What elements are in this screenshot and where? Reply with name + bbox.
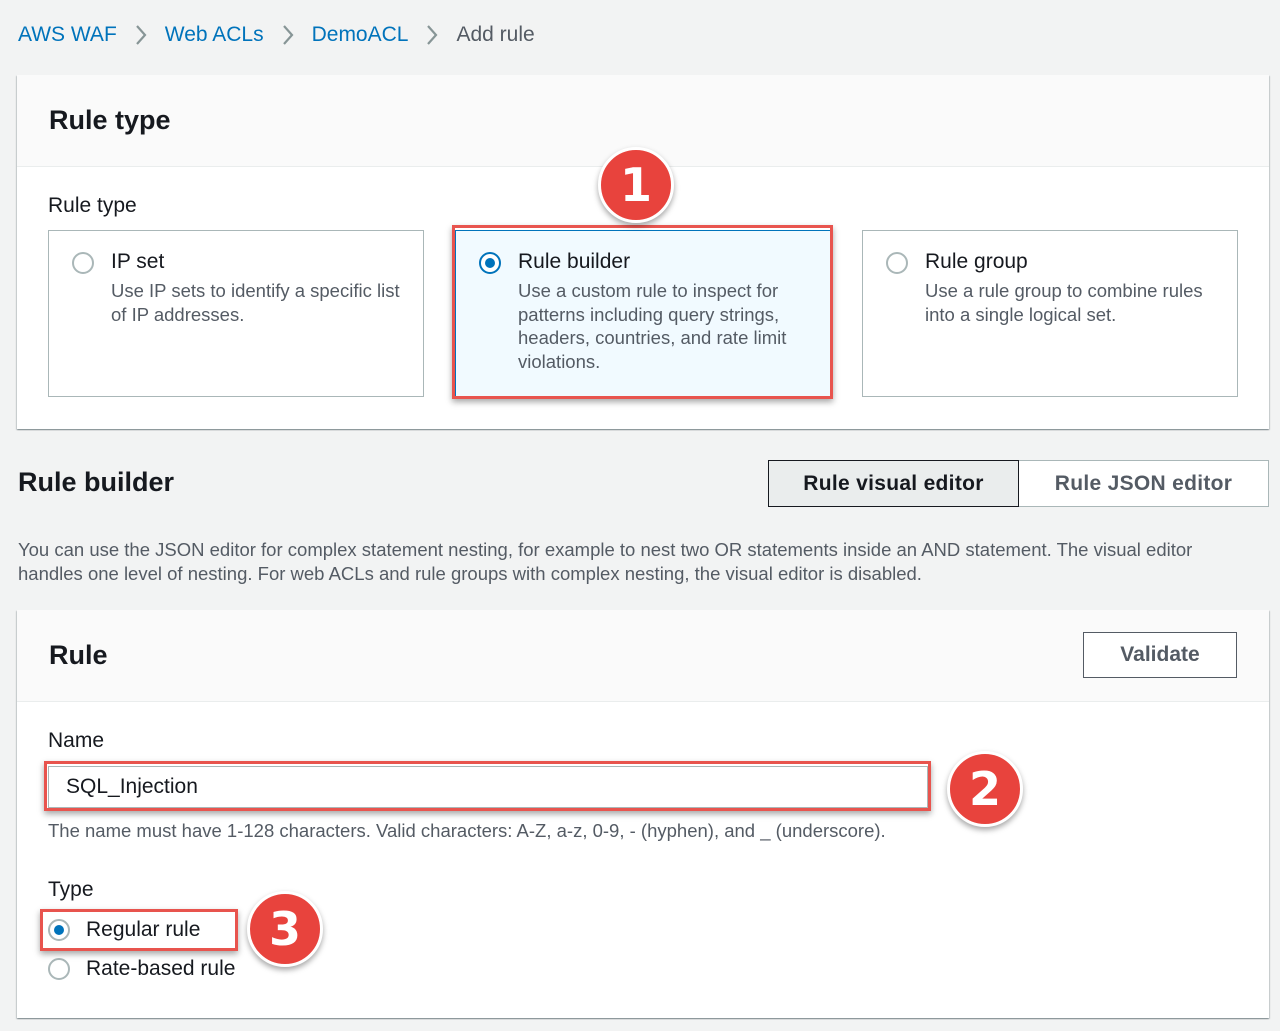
radio-unchecked-icon[interactable] [886, 252, 908, 274]
rule-type-option-rule-group[interactable]: Rule group Use a rule group to combine r… [862, 230, 1238, 397]
type-option-rate-based-rule[interactable]: Rate-based rule [48, 957, 235, 981]
radio-unchecked-icon[interactable] [48, 958, 70, 980]
breadcrumb-demoacl[interactable]: DemoACL [312, 23, 409, 47]
tile-title: Rule builder [518, 250, 631, 273]
radio-checked-icon[interactable] [48, 919, 70, 941]
rule-builder-title: Rule builder [18, 467, 175, 497]
rule-type-field-label: Rule type [48, 194, 137, 217]
breadcrumb-add-rule: Add rule [456, 23, 535, 46]
rule-builder-description: You can use the JSON editor for complex … [18, 539, 1193, 584]
breadcrumb-aws-waf[interactable]: AWS WAF [18, 23, 117, 47]
type-field-label: Type [48, 878, 94, 901]
tile-description: Use a custom rule to inspect for pattern… [518, 280, 787, 372]
tile-description: Use IP sets to identify a specific list … [111, 280, 400, 325]
chevron-right-icon [264, 20, 312, 50]
rule-type-panel-title: Rule type [49, 105, 171, 135]
chevron-right-icon [408, 20, 456, 50]
step-badge-1: 1 [598, 147, 674, 223]
rule-panel-title: Rule [49, 640, 108, 670]
radio-checked-icon[interactable] [479, 252, 501, 274]
editor-mode-toggle: Rule visual editor Rule JSON editor [768, 460, 1269, 507]
breadcrumb: AWS WAF Web ACLs DemoACL Add rule [18, 20, 535, 50]
tile-title: IP set [111, 250, 165, 273]
rule-visual-editor-button[interactable]: Rule visual editor [768, 460, 1019, 507]
radio-unchecked-icon[interactable] [72, 252, 94, 274]
chevron-right-icon [117, 20, 165, 50]
tile-description: Use a rule group to combine rules into a… [925, 280, 1203, 325]
step-badge-2: 2 [947, 751, 1023, 827]
rule-type-option-ip-set[interactable]: IP set Use IP sets to identify a specifi… [48, 230, 424, 397]
validate-button[interactable]: Validate [1083, 632, 1237, 678]
rule-json-editor-button[interactable]: Rule JSON editor [1019, 460, 1269, 507]
rule-type-option-rule-builder[interactable]: Rule builder Use a custom rule to inspec… [455, 230, 831, 397]
tile-title: Rule group [925, 250, 1028, 273]
rule-panel-header: Rule Validate [17, 610, 1269, 702]
name-hint: The name must have 1-128 characters. Val… [48, 820, 886, 841]
name-input[interactable]: SQL_Injection [48, 766, 928, 808]
type-option-regular-rule[interactable]: Regular rule [48, 918, 200, 942]
step-badge-3: 3 [247, 891, 323, 967]
name-field-label: Name [48, 729, 105, 752]
type-option-label: Rate-based rule [86, 957, 236, 980]
breadcrumb-web-acls[interactable]: Web ACLs [165, 23, 264, 47]
type-option-label: Regular rule [86, 918, 201, 941]
